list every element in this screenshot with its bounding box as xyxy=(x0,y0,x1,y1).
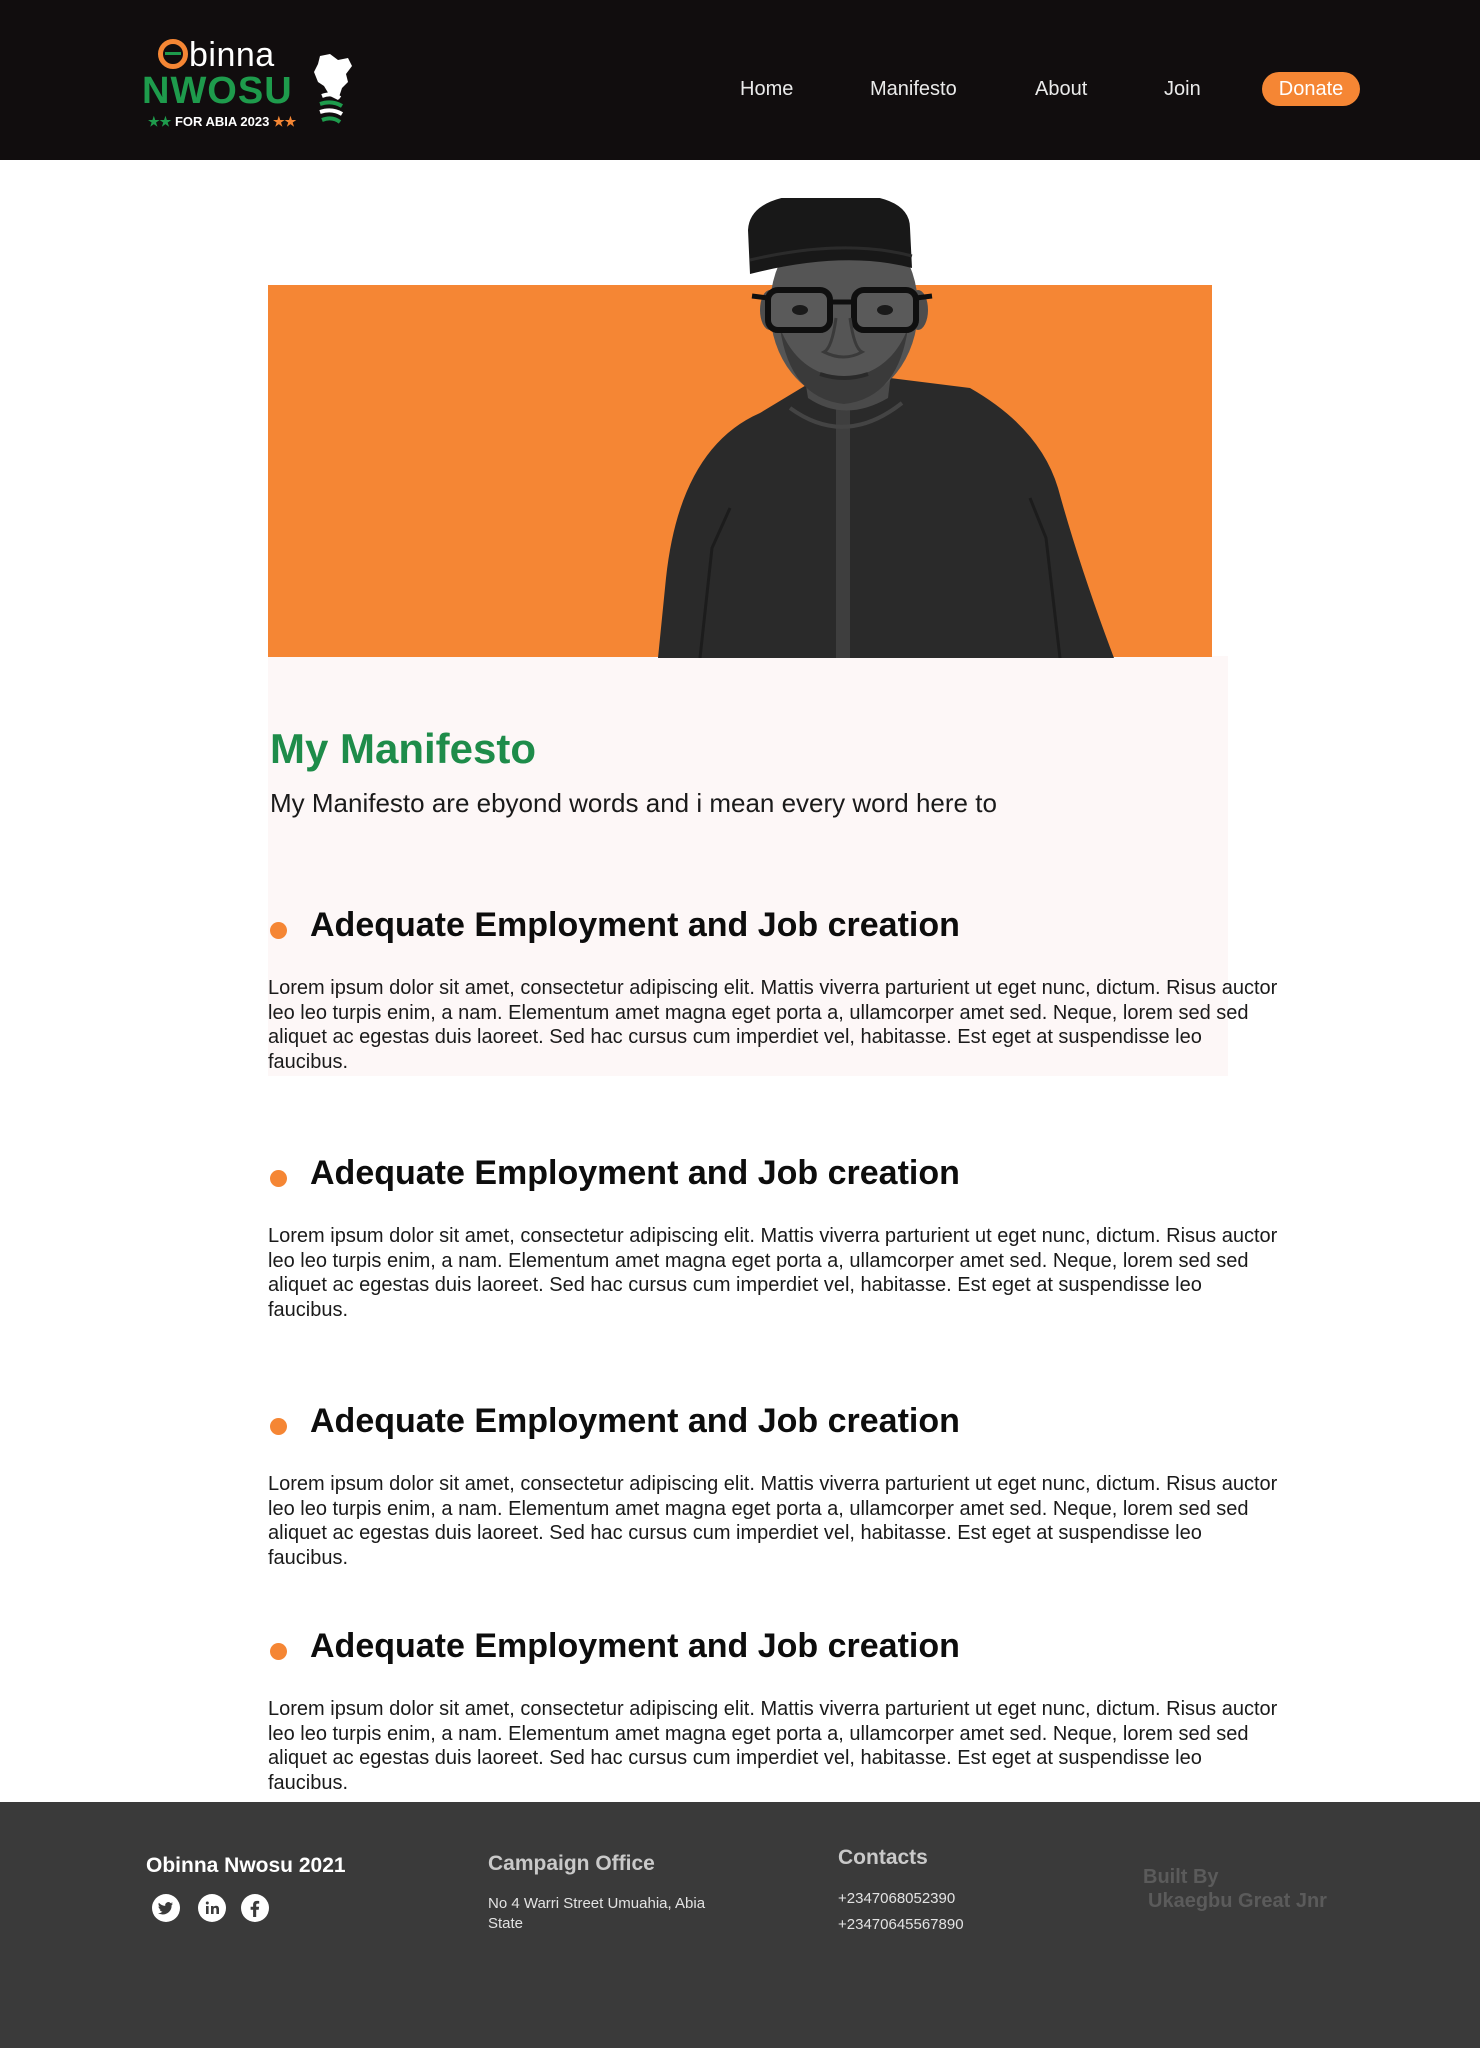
bullet-dot-icon xyxy=(270,922,287,939)
nav-home[interactable]: Home xyxy=(740,78,793,101)
point-heading: Adequate Employment and Job creation xyxy=(310,1627,960,1665)
nav-manifesto[interactable]: Manifesto xyxy=(870,78,957,101)
footer-brand: Obinna Nwosu 2021 xyxy=(146,1854,346,1877)
candidate-portrait xyxy=(658,198,1114,658)
point-heading: Adequate Employment and Job creation xyxy=(310,1402,960,1440)
twitter-icon[interactable] xyxy=(152,1894,180,1922)
bullet-dot-icon xyxy=(270,1418,287,1435)
built-by-label: Built By xyxy=(1143,1866,1219,1888)
manifesto-title: My Manifesto xyxy=(270,725,537,772)
point-body: Lorem ipsum dolor sit amet, consectetur … xyxy=(268,1698,1278,1794)
logo-tagline: ★★ FOR ABIA 2023 ★★ xyxy=(148,114,297,129)
nav-join[interactable]: Join xyxy=(1164,78,1201,101)
point-body: Lorem ipsum dolor sit amet, consectetur … xyxy=(268,977,1278,1073)
bullet-dot-icon xyxy=(270,1643,287,1660)
campaign-office-heading: Campaign Office xyxy=(488,1852,655,1875)
campaign-office-address: No 4 Warri Street Umuahia, Abia State xyxy=(488,1895,706,1932)
main-nav: Home Manifesto About Join Donate xyxy=(0,70,1480,110)
logo-o-pulse-icon xyxy=(158,39,188,69)
point-heading: Adequate Employment and Job creation xyxy=(310,906,960,944)
site-footer: Obinna Nwosu 2021 Campaign Office No 4 W… xyxy=(0,1802,1480,2048)
point-heading: Adequate Employment and Job creation xyxy=(310,1154,960,1192)
donate-button[interactable]: Donate xyxy=(1262,72,1360,106)
linkedin-icon[interactable] xyxy=(198,1894,226,1922)
bullet-dot-icon xyxy=(270,1170,287,1187)
contact-phone[interactable]: +2347068052390 xyxy=(838,1890,955,1907)
nav-about[interactable]: About xyxy=(1035,78,1087,101)
site-header: binna NWOSU ★★ FOR ABIA 2023 ★★ Home Man… xyxy=(0,0,1480,160)
point-body: Lorem ipsum dolor sit amet, consectetur … xyxy=(268,1473,1278,1569)
contact-phone[interactable]: +23470645567890 xyxy=(838,1916,964,1933)
manifesto-subtitle: My Manifesto are ebyond words and i mean… xyxy=(270,788,997,818)
built-by-name: Ukaegbu Great Jnr xyxy=(1148,1890,1327,1912)
facebook-icon[interactable] xyxy=(241,1894,269,1922)
contacts-heading: Contacts xyxy=(838,1846,928,1869)
point-body: Lorem ipsum dolor sit amet, consectetur … xyxy=(268,1225,1278,1321)
